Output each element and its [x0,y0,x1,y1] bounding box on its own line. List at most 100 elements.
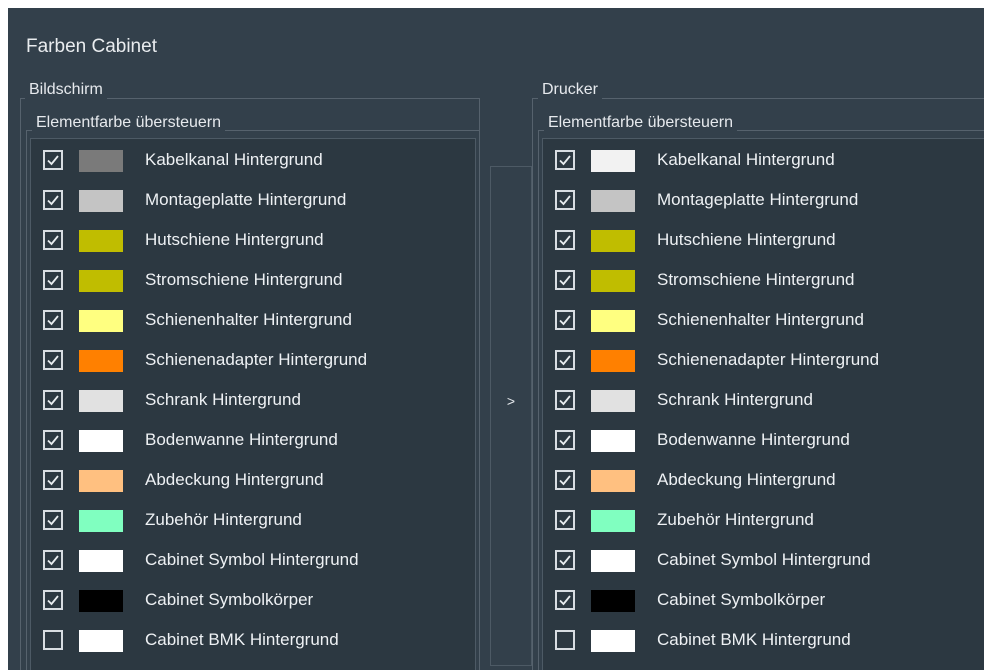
color-swatch[interactable] [79,590,123,612]
color-swatch[interactable] [79,390,123,412]
color-swatch[interactable] [79,630,123,652]
color-row: Zubehör Hintergrund [543,499,984,539]
row-checkbox[interactable] [555,310,575,330]
row-checkbox[interactable] [555,350,575,370]
checkmark-icon [559,475,571,486]
color-row: Kabelkanal Hintergrund [543,139,984,179]
checkmark-icon [559,315,571,326]
row-checkbox[interactable] [43,310,63,330]
color-swatch[interactable] [79,470,123,492]
row-checkbox[interactable] [555,270,575,290]
color-row: Schienenhalter Hintergrund [543,299,984,339]
color-row: Stromschiene Hintergrund [543,259,984,299]
row-checkbox[interactable] [555,190,575,210]
row-checkbox[interactable] [555,230,575,250]
color-row-label: Kabelkanal Hintergrund [145,150,323,169]
color-swatch[interactable] [591,310,635,332]
color-row-label: Hutschiene Hintergrund [145,230,324,249]
row-checkbox[interactable] [555,550,575,570]
row-checkbox[interactable] [43,430,63,450]
color-swatch[interactable] [79,510,123,532]
color-swatch[interactable] [591,270,635,292]
copy-to-printer-button[interactable]: > [490,166,532,666]
screen-color-list[interactable]: Kabelkanal Hintergrund Montageplatte Hint… [30,138,476,670]
checkmark-icon [47,315,59,326]
color-swatch[interactable] [79,230,123,252]
color-swatch[interactable] [591,390,635,412]
color-row: Cabinet BMK Hintergrund [543,619,984,659]
row-checkbox[interactable] [555,470,575,490]
color-swatch[interactable] [79,270,123,292]
row-checkbox[interactable] [555,390,575,410]
color-swatch[interactable] [79,430,123,452]
color-row: Montageplatte Hintergrund [543,179,984,219]
row-checkbox[interactable] [555,630,575,650]
color-row-label: Cabinet Symbol Hintergrund [657,550,871,569]
checkmark-icon [47,435,59,446]
row-checkbox[interactable] [43,270,63,290]
color-swatch[interactable] [79,550,123,572]
row-checkbox[interactable] [43,470,63,490]
printer-color-list[interactable]: Kabelkanal Hintergrund Montageplatte Hint… [542,138,984,670]
row-checkbox[interactable] [555,510,575,530]
color-swatch[interactable] [79,310,123,332]
color-row-label: Schienenadapter Hintergrund [145,350,368,369]
screen-group-label: Bildschirm [25,81,107,99]
color-row: Bodenwanne Hintergrund [31,419,475,459]
color-row: Hutschiene Hintergrund [31,219,475,259]
color-swatch[interactable] [591,630,635,652]
color-row: Abdeckung Hintergrund [31,459,475,499]
color-row: Montageplatte Hintergrund [31,179,475,219]
color-row: Abdeckung Hintergrund [543,459,984,499]
color-row: Cabinet Symbol Hintergrund [31,539,475,579]
color-swatch[interactable] [591,350,635,372]
color-row-label: Zubehör Hintergrund [657,510,814,529]
row-checkbox[interactable] [43,630,63,650]
color-row-label: Hutschiene Hintergrund [657,230,836,249]
color-row-label: Montageplatte Hintergrund [145,190,347,209]
color-swatch[interactable] [79,190,123,212]
checkmark-icon [47,555,59,566]
row-checkbox[interactable] [43,390,63,410]
color-swatch[interactable] [591,230,635,252]
row-checkbox[interactable] [555,150,575,170]
color-row-label: Cabinet Symbolkörper [657,590,826,609]
color-row-label: Schrank Hintergrund [657,390,813,409]
color-swatch[interactable] [79,150,123,172]
row-checkbox[interactable] [43,550,63,570]
color-row: Schrank Hintergrund [31,379,475,419]
color-row-label: Cabinet BMK Hintergrund [145,630,339,649]
checkmark-icon [559,355,571,366]
row-checkbox[interactable] [555,430,575,450]
color-swatch[interactable] [591,150,635,172]
color-row: Schienenadapter Hintergrund [31,339,475,379]
color-row: Zubehör Hintergrund [31,499,475,539]
color-row-label: Cabinet BMK Hintergrund [657,630,851,649]
checkmark-icon [47,595,59,606]
row-checkbox[interactable] [43,230,63,250]
checkmark-icon [47,395,59,406]
row-checkbox[interactable] [43,510,63,530]
color-swatch[interactable] [591,190,635,212]
row-checkbox[interactable] [555,590,575,610]
row-checkbox[interactable] [43,190,63,210]
dialog-title: Farben Cabinet [26,36,157,57]
checkmark-icon [47,195,59,206]
row-checkbox[interactable] [43,590,63,610]
color-row: Bodenwanne Hintergrund [543,419,984,459]
color-swatch[interactable] [591,470,635,492]
color-swatch[interactable] [591,430,635,452]
row-checkbox[interactable] [43,350,63,370]
color-row-label: Abdeckung Hintergrund [145,470,324,489]
checkmark-icon [559,555,571,566]
color-row-label: Schrank Hintergrund [145,390,301,409]
color-swatch[interactable] [591,590,635,612]
color-row: Schienenadapter Hintergrund [543,339,984,379]
color-swatch[interactable] [591,550,635,572]
checkmark-icon [559,435,571,446]
color-swatch[interactable] [79,350,123,372]
color-row: Stromschiene Hintergrund [31,259,475,299]
row-checkbox[interactable] [43,150,63,170]
color-swatch[interactable] [591,510,635,532]
color-row-label: Schienenadapter Hintergrund [657,350,880,369]
